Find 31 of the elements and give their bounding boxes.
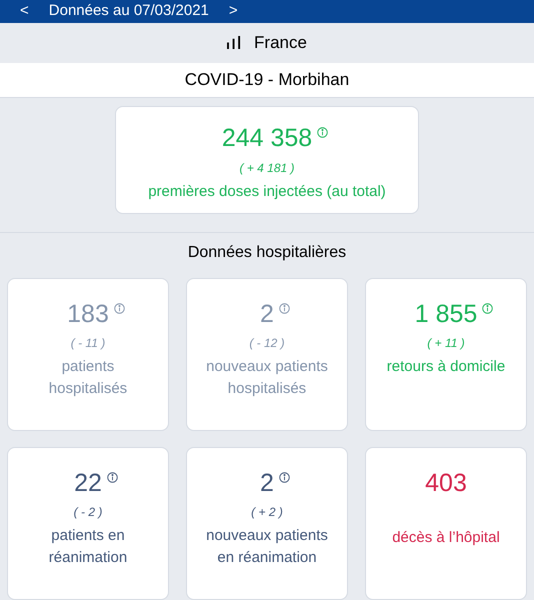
- stat-value: 22: [74, 469, 102, 497]
- stat-label: décès à l’hôpital: [392, 528, 500, 548]
- section-title: Données hospitalières: [188, 242, 346, 263]
- stat-label: nouveaux patients en réanimation: [205, 526, 329, 568]
- stat-label: patients en réanimation: [48, 526, 128, 568]
- stat-label: retours à domicile: [386, 357, 506, 378]
- stat-label: nouveaux patients hospitalisés: [205, 357, 329, 400]
- stat-change: ( + 11 ): [427, 335, 465, 352]
- info-icon[interactable]: [114, 303, 125, 314]
- stat-value: 2: [260, 469, 274, 497]
- next-button[interactable]: >: [228, 0, 238, 22]
- info-icon[interactable]: [278, 303, 290, 314]
- info-icon[interactable]: [278, 472, 290, 483]
- previous-button[interactable]: <: [20, 0, 29, 22]
- stat-value: 1 855: [414, 300, 478, 328]
- date-title: Données au 07/03/2021: [48, 1, 209, 21]
- bar-chart-icon: [227, 36, 242, 50]
- stat-value: 2: [260, 300, 274, 328]
- stat-value: 244 358: [222, 124, 312, 152]
- page-title: COVID-19 - Morbihan: [184, 69, 350, 92]
- stat-value: 183: [67, 300, 109, 328]
- stat-change: ( - 2 ): [74, 504, 102, 522]
- stat-change: ( - 11 ): [70, 335, 106, 352]
- stat-change: ( + 2 ): [251, 504, 283, 522]
- stat-label: patients hospitalisés: [48, 357, 128, 400]
- stat-label: premières doses injectées (au total): [148, 182, 386, 202]
- info-icon[interactable]: [106, 472, 118, 483]
- stat-change: ( - 12 ): [249, 335, 285, 352]
- stat-change: ( + 4 181 ): [239, 160, 295, 177]
- scope-button[interactable]: France: [0, 22, 534, 63]
- stat-value: 403: [425, 469, 467, 497]
